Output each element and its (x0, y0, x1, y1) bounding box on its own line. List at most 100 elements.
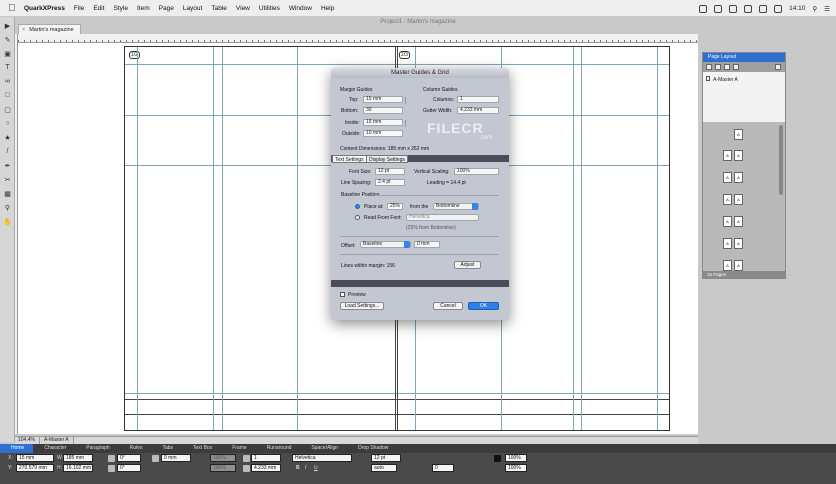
status-icon[interactable] (729, 4, 738, 13)
wifi-icon[interactable] (744, 4, 753, 13)
load-settings-button[interactable]: Load Settings... (340, 302, 384, 310)
linking-tool-icon[interactable]: ∞ (2, 76, 13, 87)
menu-file[interactable]: File (74, 5, 84, 12)
status-icon[interactable] (714, 4, 723, 13)
page-thumbnail[interactable]: A (734, 216, 743, 227)
tab-frame[interactable]: Frame (221, 444, 255, 453)
preview-checkbox[interactable] (340, 292, 345, 297)
tab-paragraph[interactable]: Paragraph (75, 444, 118, 453)
tab-rules[interactable]: Rules (119, 444, 152, 453)
tab-space-align[interactable]: Space/Align (300, 444, 347, 453)
spread-icon[interactable] (733, 64, 739, 70)
color-swatch-icon[interactable] (494, 455, 501, 462)
columns-field[interactable]: 1 (251, 454, 281, 462)
place-at-field[interactable]: 25% (387, 203, 403, 210)
line-tool-icon[interactable]: / (2, 146, 13, 157)
oval-tool-icon[interactable]: ○ (2, 118, 13, 129)
inset-field[interactable]: 0 mm (161, 454, 191, 462)
place-at-radio[interactable] (355, 204, 360, 209)
page-thumbnail[interactable]: A (734, 238, 743, 249)
document-tab[interactable]: × Martin's magazine (18, 24, 81, 34)
pen-tool-icon[interactable]: ✒ (2, 160, 13, 171)
adjust-button[interactable]: Adjust (454, 261, 481, 269)
menu-help[interactable]: Help (321, 5, 334, 12)
underline-icon[interactable]: U (314, 464, 318, 472)
image-tool-icon[interactable]: ▣ (2, 48, 13, 59)
link-margins-icon[interactable] (405, 97, 408, 104)
master-page-item[interactable]: A-Master A (706, 76, 738, 83)
skew-field[interactable]: 0° (117, 464, 141, 472)
cancel-button[interactable]: Cancel (433, 302, 463, 310)
font-size-field[interactable]: 12 pt (371, 454, 401, 462)
battery-icon[interactable] (774, 4, 783, 13)
menu-view[interactable]: View (236, 5, 250, 12)
bottom-margin-field[interactable]: 30 (363, 107, 403, 114)
page-thumbnail[interactable]: A (723, 260, 732, 271)
gutter-width-field[interactable]: 4.233 mm (457, 107, 499, 114)
menu-edit[interactable]: Edit (93, 5, 104, 12)
current-master[interactable]: A-Master A (44, 437, 74, 444)
menu-list-icon[interactable]: ☰ (824, 5, 830, 13)
bold-icon[interactable]: B (296, 464, 300, 472)
menu-page[interactable]: Page (159, 5, 174, 12)
page-thumbnail[interactable]: A (734, 129, 743, 140)
scissors-tool-icon[interactable]: ✂ (2, 174, 13, 185)
page-thumbnail[interactable]: A (734, 150, 743, 161)
tab-tabs[interactable]: Tabs (151, 444, 182, 453)
text-content-icon[interactable]: T (2, 62, 13, 73)
search-icon[interactable]: ⚲ (812, 5, 817, 13)
font-field[interactable]: Helvetica (292, 454, 352, 462)
page-thumbnail[interactable]: A (734, 194, 743, 205)
x-field[interactable]: 15 mm (16, 454, 54, 462)
shade-field[interactable]: 100% (505, 454, 527, 462)
opacity-field[interactable]: 100% (505, 464, 527, 472)
y-field[interactable]: 270.579 mm (16, 464, 54, 472)
link-margins-icon[interactable] (405, 120, 408, 127)
zoom-level[interactable]: 104.4% (18, 437, 40, 444)
angle-field[interactable]: 0° (117, 454, 141, 462)
menu-table[interactable]: Table (211, 5, 227, 12)
scale-y-field[interactable]: 100% (210, 464, 236, 472)
offset-field[interactable]: 0 mm (414, 241, 440, 248)
h-field[interactable]: 16.102 mm (63, 464, 93, 472)
content-tool-icon[interactable]: ✎ (2, 34, 13, 45)
offset-select[interactable]: Baseline (360, 241, 411, 248)
tab-display-settings[interactable]: Display Settings (366, 155, 408, 163)
page-thumbnail[interactable]: A (723, 216, 732, 227)
page-thumbnail[interactable]: A (734, 172, 743, 183)
menu-layout[interactable]: Layout (183, 5, 203, 12)
tab-text-settings[interactable]: Text Settings (332, 155, 367, 163)
tracking-field[interactable]: 0 (432, 464, 454, 472)
picture-box-tool-icon[interactable]: ▢ (2, 104, 13, 115)
columns-field[interactable]: 1 (457, 96, 499, 103)
volume-icon[interactable] (759, 4, 768, 13)
menu-utilities[interactable]: Utilities (259, 5, 280, 12)
page-thumbnail[interactable]: A (734, 260, 743, 271)
apple-menu-icon[interactable]:  (8, 3, 20, 14)
inside-margin-field[interactable]: 15 mm (363, 119, 403, 126)
ok-button[interactable]: OK (468, 302, 499, 310)
facing-page-icon[interactable] (715, 64, 721, 70)
outside-margin-field[interactable]: 10 mm (363, 130, 403, 137)
from-the-select[interactable]: Bottomline (433, 203, 479, 210)
top-margin-field[interactable]: 15 mm (363, 96, 403, 103)
single-page-icon[interactable] (706, 64, 712, 70)
close-tab-icon[interactable]: × (22, 27, 25, 33)
page-layout-scrollbar[interactable] (779, 125, 783, 195)
line-spacing-field[interactable]: 2.4 pt (375, 179, 405, 186)
status-icon[interactable] (699, 4, 708, 13)
menu-item[interactable]: Item (137, 5, 150, 12)
w-field[interactable]: 185 mm (63, 454, 93, 462)
horizontal-ruler[interactable] (18, 34, 698, 43)
menu-app-name[interactable]: QuarkXPress (24, 5, 65, 12)
scale-x-field[interactable]: 100% (210, 454, 236, 462)
menu-window[interactable]: Window (289, 5, 312, 12)
italic-icon[interactable]: I (305, 464, 306, 472)
tab-text-box[interactable]: Text Box (182, 444, 221, 453)
tab-drop-shadow[interactable]: Drop Shadow (347, 444, 397, 453)
tab-runaround[interactable]: Runaround (256, 444, 301, 453)
gutter-field[interactable]: 4.233 mm (251, 464, 281, 472)
zoom-tool-icon[interactable]: ⚲ (2, 202, 13, 213)
menu-style[interactable]: Style (114, 5, 128, 12)
item-tool-icon[interactable]: ▶ (2, 20, 13, 31)
